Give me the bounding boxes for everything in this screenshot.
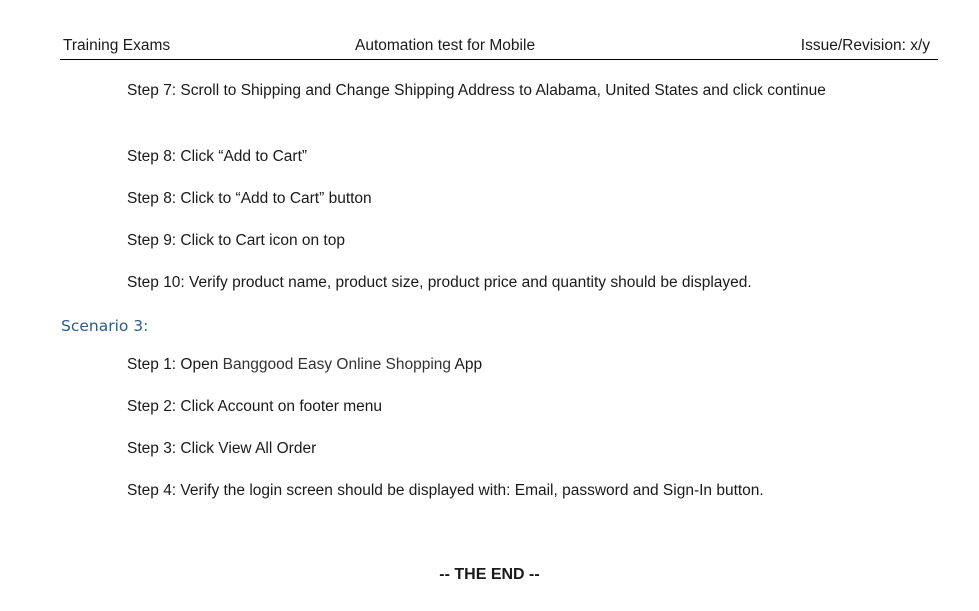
step-8-add-to-cart: Step 8: Click “Add to Cart” xyxy=(127,148,308,165)
header-subject: Automation test for Mobile xyxy=(355,37,536,54)
step-1-suffix: App xyxy=(451,356,483,373)
scenario-3-step-3: Step 3: Click View All Order xyxy=(127,440,317,457)
header-revision: Issue/Revision: x/y xyxy=(800,37,930,54)
scenario-3-step-1: Step 1: Open Banggood Easy Online Shoppi… xyxy=(127,353,917,377)
scenario-3-step-4: Step 4: Verify the login screen should b… xyxy=(127,482,764,499)
step-9: Step 9: Click to Cart icon on top xyxy=(127,232,345,249)
page-header: Training Exams Automation test for Mobil… xyxy=(60,37,938,60)
header-title: Training Exams xyxy=(63,37,171,54)
step-7: Step 7: Scroll to Shipping and Change Sh… xyxy=(127,82,826,99)
scenario-3-heading: Scenario 3: xyxy=(61,317,149,335)
step-1-prefix: Step 1: Open xyxy=(127,356,223,373)
step-8-add-to-cart-button: Step 8: Click to “Add to Cart” button xyxy=(127,190,372,207)
the-end-text: -- THE END -- xyxy=(439,566,540,583)
app-name: Banggood Easy Online Shopping xyxy=(222,356,452,373)
step-10: Step 10: Verify product name, product si… xyxy=(127,274,752,291)
scenario-3-step-2: Step 2: Click Account on footer menu xyxy=(127,398,383,415)
